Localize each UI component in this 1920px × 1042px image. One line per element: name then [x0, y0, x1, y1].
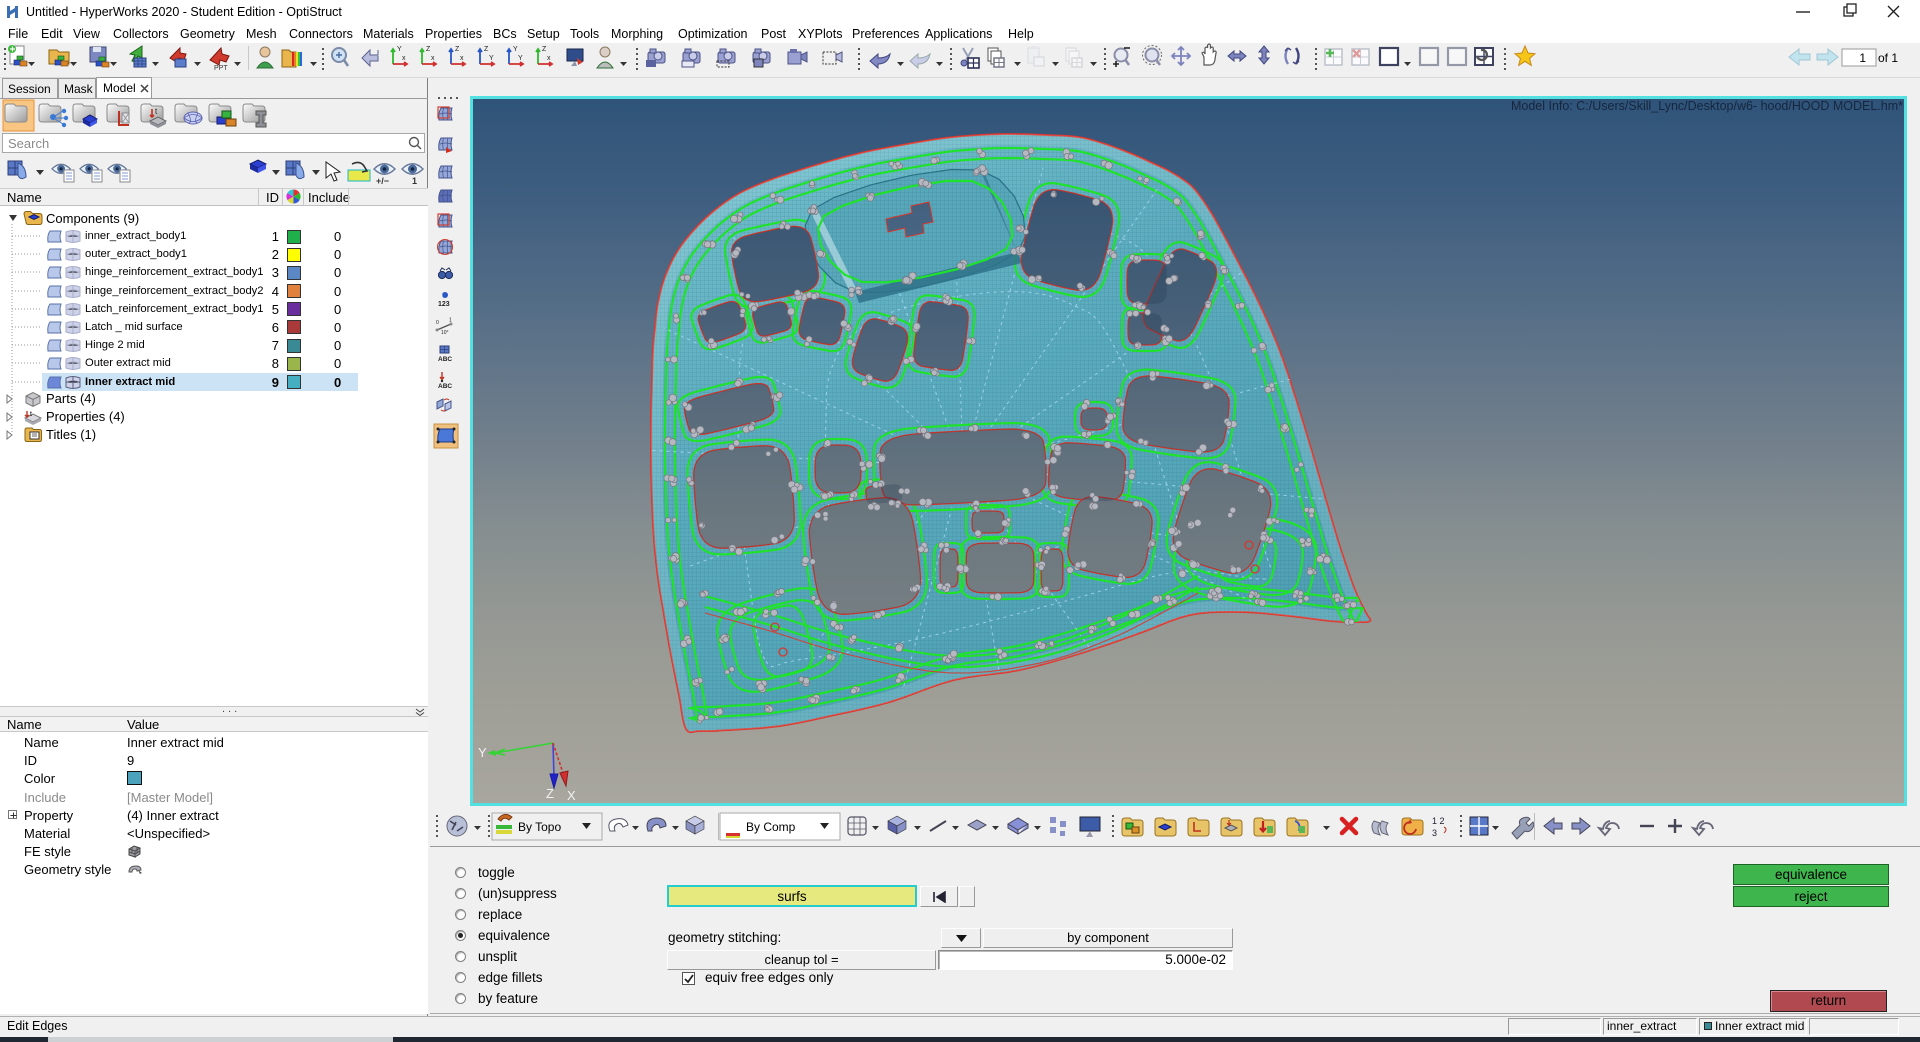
svg-text:1 2: 1 2 [1432, 816, 1445, 826]
svg-text:Z: Z [546, 786, 554, 801]
svg-text:Z: Z [426, 46, 431, 53]
svg-text:Y: Y [397, 46, 402, 53]
svg-text:ABC: ABC [438, 356, 452, 363]
svg-text:PPT: PPT [214, 65, 228, 72]
svg-text:+/−: +/− [376, 176, 389, 186]
svg-text:0: 0 [436, 320, 439, 326]
svg-text:t: t [30, 411, 32, 418]
svg-text:x: x [460, 55, 464, 62]
svg-text:By Topo: By Topo [518, 820, 561, 834]
svg-text:3: 3 [1432, 828, 1437, 838]
svg-text:Y: Y [489, 55, 494, 62]
svg-text:1: 1 [412, 176, 417, 186]
svg-text:1: 1 [449, 318, 452, 324]
svg-text:X: X [567, 788, 576, 803]
svg-text:By Comp: By Comp [746, 820, 796, 834]
svg-text:Z: Z [484, 46, 489, 53]
svg-text:123: 123 [438, 301, 450, 308]
svg-text:Y: Y [478, 745, 487, 760]
svg-text:Y: Y [513, 46, 518, 53]
svg-text:of 1: of 1 [1878, 51, 1898, 65]
svg-text:ABC: ABC [438, 383, 452, 390]
svg-text:Z: Z [455, 46, 460, 53]
svg-text:i: i [442, 293, 443, 299]
svg-text:x: x [402, 55, 406, 62]
svg-text:Y: Y [518, 55, 523, 62]
svg-text:x: x [431, 55, 435, 62]
svg-text:1: 1 [1859, 51, 1866, 65]
svg-text:Z: Z [542, 46, 547, 53]
svg-text:x: x [547, 55, 551, 62]
svg-text:10°: 10° [441, 330, 449, 336]
